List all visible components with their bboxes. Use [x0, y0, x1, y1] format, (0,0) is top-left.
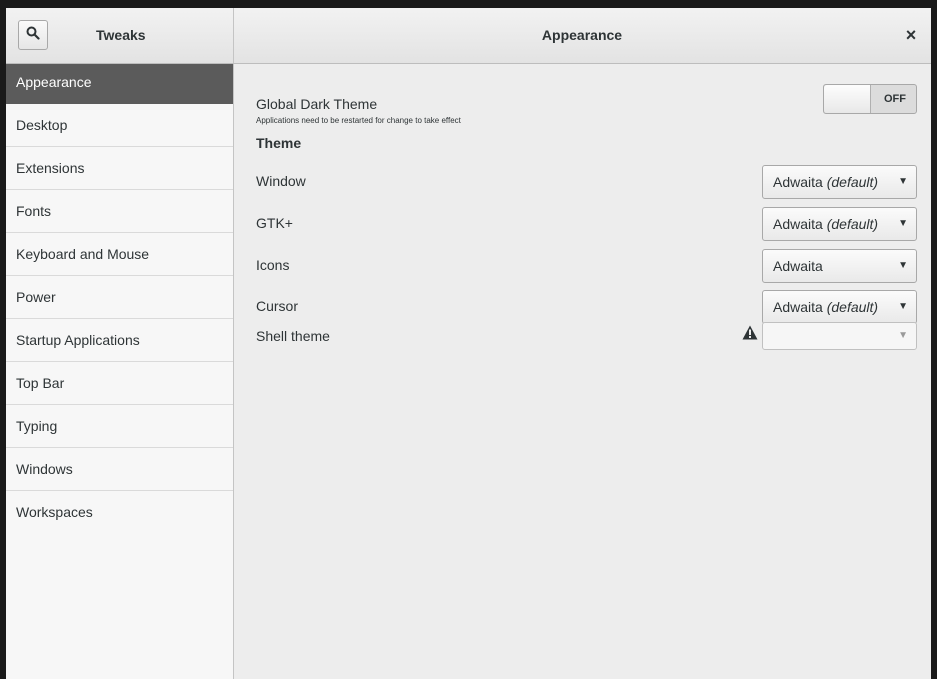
sidebar-item-label: Windows: [16, 461, 73, 477]
dropdown-suffix: (default): [826, 299, 879, 315]
page-title: Appearance: [541, 27, 623, 43]
dark-theme-switch[interactable]: OFF: [823, 84, 917, 114]
dropdown-suffix: (default): [826, 174, 879, 190]
gtk-theme-dropdown[interactable]: Adwaita (default) ▼: [762, 207, 917, 241]
shell-theme-label: Shell theme: [256, 328, 330, 344]
sidebar: Appearance Desktop Extensions Fonts Keyb…: [6, 64, 234, 679]
chevron-down-icon: ▼: [898, 330, 908, 341]
cursor-theme-dropdown[interactable]: Adwaita (default) ▼: [762, 290, 917, 324]
sidebar-item-label: Extensions: [16, 160, 85, 176]
chevron-down-icon: ▼: [898, 301, 908, 312]
chevron-down-icon: ▼: [898, 260, 908, 271]
sidebar-item-keyboard-and-mouse[interactable]: Keyboard and Mouse: [6, 233, 233, 276]
gtk-theme-label: GTK+: [256, 215, 293, 231]
sidebar-item-workspaces[interactable]: Workspaces: [6, 491, 233, 534]
warning-icon: [742, 325, 758, 345]
sidebar-item-label: Workspaces: [16, 504, 93, 520]
sidebar-item-typing[interactable]: Typing: [6, 405, 233, 448]
sidebar-item-desktop[interactable]: Desktop: [6, 104, 233, 147]
sidebar-item-label: Keyboard and Mouse: [16, 246, 150, 262]
switch-knob: [824, 85, 871, 113]
appearance-panel: Global Dark Theme Applications need to b…: [234, 64, 931, 679]
header-sidebar-section: Tweaks: [6, 8, 234, 63]
sidebar-item-fonts[interactable]: Fonts: [6, 190, 233, 233]
dropdown-suffix: (default): [826, 216, 879, 232]
sidebar-item-startup-applications[interactable]: Startup Applications: [6, 319, 233, 362]
sidebar-item-top-bar[interactable]: Top Bar: [6, 362, 233, 405]
app-title: Tweaks: [96, 27, 146, 43]
sidebar-item-extensions[interactable]: Extensions: [6, 147, 233, 190]
window-theme-label: Window: [256, 173, 306, 189]
sidebar-item-label: Desktop: [16, 117, 68, 133]
sidebar-item-label: Appearance: [16, 74, 92, 90]
tweaks-window: Tweaks Appearance × Appearance Desktop E…: [6, 8, 931, 679]
window-theme-dropdown[interactable]: Adwaita (default) ▼: [762, 165, 917, 199]
dropdown-value: Adwaita: [773, 174, 823, 190]
close-icon: ×: [905, 24, 917, 45]
sidebar-item-label: Top Bar: [16, 375, 65, 391]
sidebar-item-windows[interactable]: Windows: [6, 448, 233, 491]
dark-theme-label: Global Dark Theme: [256, 96, 378, 112]
dropdown-value: Adwaita: [773, 299, 823, 315]
switch-state: OFF: [884, 93, 906, 105]
sidebar-item-label: Fonts: [16, 203, 52, 219]
sidebar-item-label: Power: [16, 289, 56, 305]
sidebar-item-label: Typing: [16, 418, 58, 434]
chevron-down-icon: ▼: [898, 176, 908, 187]
dark-theme-note: Applications need to be restarted for ch…: [256, 116, 461, 125]
chevron-down-icon: ▼: [898, 218, 908, 229]
close-button[interactable]: ×: [899, 23, 923, 47]
icons-theme-dropdown[interactable]: Adwaita ▼: [762, 249, 917, 283]
header-bar: Tweaks Appearance ×: [6, 8, 931, 64]
sidebar-item-appearance[interactable]: Appearance: [6, 64, 233, 104]
cursor-theme-label: Cursor: [256, 298, 299, 314]
dropdown-value: Adwaita: [773, 258, 823, 274]
dropdown-value: Adwaita: [773, 216, 823, 232]
sidebar-item-label: Startup Applications: [16, 332, 140, 348]
icons-theme-label: Icons: [256, 257, 290, 273]
shell-theme-dropdown[interactable]: ▼: [762, 322, 917, 350]
search-button[interactable]: [18, 20, 48, 50]
sidebar-item-power[interactable]: Power: [6, 276, 233, 319]
search-icon: [26, 26, 40, 45]
theme-section-heading: Theme: [256, 135, 302, 151]
